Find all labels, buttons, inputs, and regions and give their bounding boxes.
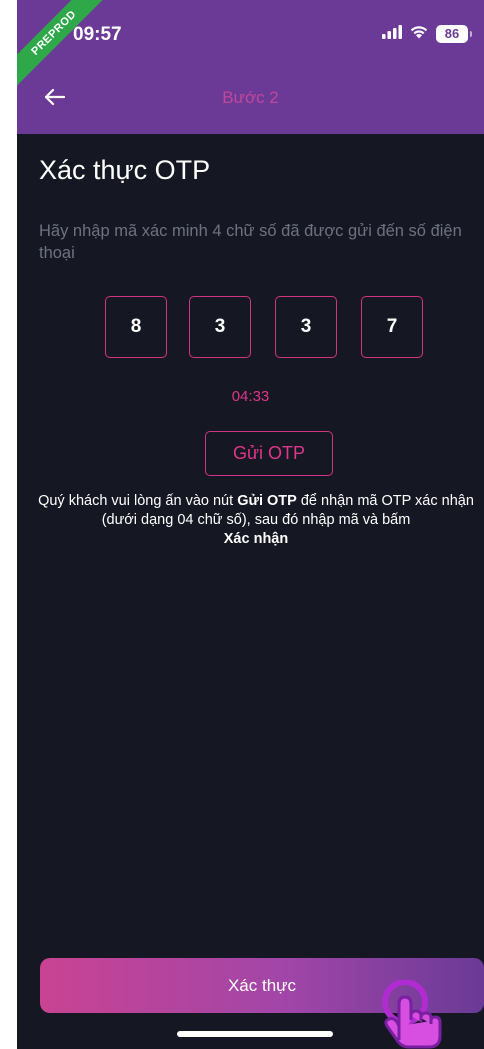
otp-digit-2[interactable]: 3: [189, 296, 251, 358]
otp-digit-1[interactable]: 8: [105, 296, 167, 358]
wifi-icon: [409, 24, 429, 44]
note-text-1: Quý khách vui lòng ấn vào nút: [38, 493, 238, 509]
home-indicator: [177, 1031, 333, 1037]
tap-hand-icon: [369, 979, 451, 1049]
otp-digit-4[interactable]: 7: [361, 296, 423, 358]
top-app-bar: PREPROD 09:57 86 Bước 2: [17, 0, 484, 134]
status-time: 09:57: [73, 24, 122, 45]
phone-screen: PREPROD 09:57 86 Bước 2 Xác thực OTP Hãy…: [17, 0, 484, 1049]
send-otp-button[interactable]: Gửi OTP: [205, 431, 333, 476]
cellular-signal-icon: [382, 24, 402, 44]
note-bold-confirm: Xác nhận: [223, 531, 289, 547]
status-icons: 86: [382, 24, 472, 44]
otp-help-note: Quý khách vui lòng ấn vào nút Gửi OTP để…: [29, 492, 483, 549]
otp-input-group: 8 3 3 7: [17, 296, 484, 358]
page-title: Bước 2: [222, 88, 279, 107]
otp-digit-3[interactable]: 3: [275, 296, 337, 358]
otp-heading: Xác thực OTP: [39, 155, 211, 185]
note-bold-send-otp: Gửi OTP: [237, 493, 297, 509]
otp-instruction: Hãy nhập mã xác minh 4 chữ số đã được gử…: [39, 222, 462, 262]
battery-indicator: 86: [436, 25, 472, 43]
env-badge: PREPROD: [17, 0, 115, 94]
countdown-timer: 04:33: [231, 388, 270, 405]
